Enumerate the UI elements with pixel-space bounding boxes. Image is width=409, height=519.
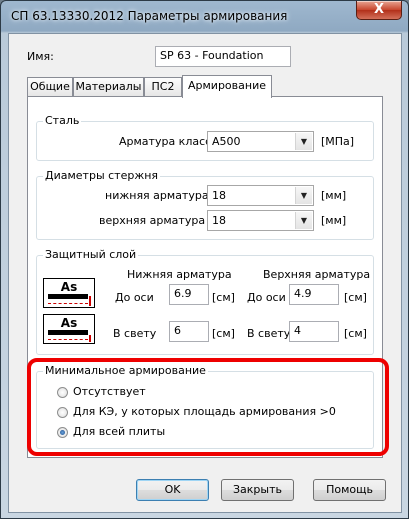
window-title: СП 63.13330.2012 Параметры армирования [11,9,288,23]
name-input[interactable]: SP 63 - Foundation [155,46,291,67]
tab-materials[interactable]: Материалы [73,77,144,96]
steel-group: Сталь Арматура класса A500 ▼ [МПа] [36,114,374,161]
radio-button[interactable] [57,387,68,398]
cover-group-title: Защитный слой [43,248,139,261]
top-to-axis-unit: [см] [344,291,367,304]
steel-unit: [МПа] [321,135,355,148]
bottom-diameter-unit: [мм] [321,189,347,202]
tab-sls[interactable]: ПС2 [144,77,182,96]
steel-group-title: Сталь [43,114,82,127]
bottom-diameter-label: нижняя арматура [105,189,209,202]
bottom-to-axis-unit: [см] [212,291,235,304]
top-clear-input[interactable]: 4 [289,321,339,342]
steel-class-value: A500 [212,135,241,148]
chevron-down-icon[interactable]: ▼ [295,133,312,150]
top-diameter-value: 18 [212,214,226,227]
top-clear-label: В свету [247,327,291,340]
to-axis-diagram-icon: As [43,278,95,308]
top-diameter-unit: [мм] [321,214,347,227]
bottom-to-axis-label: До оси [115,291,154,304]
close-button[interactable]: Закрыть [221,479,294,501]
diameters-group-title: Диаметры стержня [43,169,161,182]
bottom-diameter-select[interactable]: 18 ▼ [207,185,314,206]
steel-class-label: Арматура класса [119,135,218,148]
top-diameter-select[interactable]: 18 ▼ [207,210,314,231]
reinforcement-tab-panel: Сталь Арматура класса A500 ▼ [МПа] Диаме… [27,96,383,458]
min-reinforcement-title: Минимальное армирование [43,364,208,377]
name-label: Имя: [27,50,54,63]
clear-cover-diagram-icon: As [43,314,95,344]
radio-option-none[interactable]: Отсутствует [57,385,357,401]
radio-option-whole-slab[interactable]: Для всей плиты [57,425,357,441]
ok-button[interactable]: OK [136,479,209,501]
tab-reinforcement[interactable]: Армирование [182,75,272,98]
title-bar[interactable]: СП 63.13330.2012 Параметры армирования X [1,1,408,33]
cover-group: Защитный слой Нижняя арматура Верхняя ар… [36,248,374,355]
help-button[interactable]: Помощь [313,479,386,501]
bottom-to-axis-input[interactable]: 6.9 [169,284,209,305]
dialog-window: СП 63.13330.2012 Параметры армирования X… [0,0,409,519]
top-diameter-label: верхняя арматура [99,214,206,227]
dialog-client-area: Имя: SP 63 - Foundation Общие Материалы … [8,33,402,513]
close-window-button[interactable]: X [356,1,402,20]
cover-top-header: Верхняя арматура [263,268,371,281]
steel-class-select[interactable]: A500 ▼ [207,131,314,152]
min-reinforcement-group: Минимальное армирование Отсутствует Для … [36,364,374,449]
radio-button[interactable] [57,407,68,418]
chevron-down-icon[interactable]: ▼ [295,212,312,229]
bottom-clear-unit: [см] [212,327,235,340]
top-to-axis-label: До оси [247,291,286,304]
top-clear-unit: [см] [344,327,367,340]
tab-general[interactable]: Общие [27,77,73,96]
bottom-clear-label: В свету [113,327,157,340]
top-to-axis-input[interactable]: 4.9 [289,284,339,305]
radio-button-selected[interactable] [57,427,68,438]
radio-option-fe-with-area[interactable]: Для КЭ, у которых площадь армирования >0 [57,405,367,421]
diameters-group: Диаметры стержня нижняя арматура 18 ▼ [м… [36,169,374,240]
bottom-clear-input[interactable]: 6 [169,321,209,342]
bottom-diameter-value: 18 [212,189,226,202]
chevron-down-icon[interactable]: ▼ [295,187,312,204]
cover-bottom-header: Нижняя арматура [127,268,232,281]
